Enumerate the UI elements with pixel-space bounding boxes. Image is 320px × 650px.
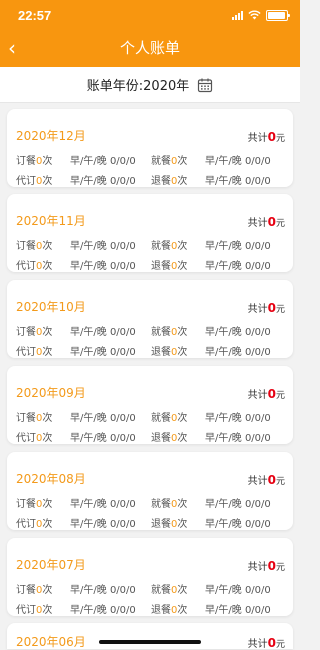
proxy-count: 代订0次 [16, 605, 53, 616]
order-meals: 早/午/晚 0/0/0 [70, 241, 136, 252]
month-total: 共计0元 [247, 473, 285, 487]
refund-count: 退餐0次 [151, 176, 188, 187]
month-total: 共计0元 [247, 387, 285, 401]
order-count: 订餐0次 [16, 327, 53, 338]
proxy-count: 代订0次 [16, 519, 53, 530]
dine-count: 就餐0次 [151, 156, 188, 167]
order-count: 订餐0次 [16, 241, 53, 252]
month-card[interactable]: 2020年06月 共计0元 [7, 623, 293, 650]
refund-meals: 早/午/晚 0/0/0 [205, 261, 271, 272]
total-amount: 0 [267, 636, 276, 650]
refund-count: 退餐0次 [151, 347, 188, 358]
refund-count: 退餐0次 [151, 261, 188, 272]
month-card[interactable]: 2020年09月 共计0元 订餐0次 早/午/晚 0/0/0 就餐0次 早/午/… [7, 366, 293, 444]
month-total: 共计0元 [247, 130, 285, 144]
month-title: 2020年12月 [16, 129, 86, 143]
year-label: 账单年份:2020年 [86, 79, 190, 94]
page-title: 个人账单 [119, 39, 180, 57]
order-meals: 早/午/晚 0/0/0 [70, 156, 136, 167]
app-header: 22:57 ‹ 个人账单 [0, 0, 300, 67]
month-total: 共计0元 [247, 636, 285, 650]
dine-meals: 早/午/晚 0/0/0 [205, 499, 271, 510]
order-count: 订餐0次 [16, 585, 53, 596]
order-meals: 早/午/晚 0/0/0 [70, 413, 136, 424]
month-card[interactable]: 2020年08月 共计0元 订餐0次 早/午/晚 0/0/0 就餐0次 早/午/… [7, 452, 293, 530]
refund-meals: 早/午/晚 0/0/0 [205, 176, 271, 187]
proxy-meals: 早/午/晚 0/0/0 [70, 261, 136, 272]
refund-meals: 早/午/晚 0/0/0 [205, 519, 271, 530]
year-selector[interactable]: 账单年份:2020年 [0, 67, 300, 103]
month-title: 2020年08月 [16, 472, 86, 486]
order-meals: 早/午/晚 0/0/0 [70, 327, 136, 338]
total-amount: 0 [267, 473, 276, 487]
home-indicator[interactable] [99, 640, 201, 644]
month-card[interactable]: 2020年12月 共计0元 订餐0次 早/午/晚 0/0/0 就餐0次 早/午/… [7, 109, 293, 187]
proxy-count: 代订0次 [16, 347, 53, 358]
refund-count: 退餐0次 [151, 519, 188, 530]
proxy-count: 代订0次 [16, 261, 53, 272]
proxy-meals: 早/午/晚 0/0/0 [70, 605, 136, 616]
order-count: 订餐0次 [16, 156, 53, 167]
dine-count: 就餐0次 [151, 327, 188, 338]
month-title: 2020年11月 [16, 214, 86, 228]
dine-meals: 早/午/晚 0/0/0 [205, 156, 271, 167]
proxy-meals: 早/午/晚 0/0/0 [70, 176, 136, 187]
proxy-meals: 早/午/晚 0/0/0 [70, 433, 136, 444]
month-title: 2020年07月 [16, 558, 86, 572]
dine-meals: 早/午/晚 0/0/0 [205, 585, 271, 596]
month-card[interactable]: 2020年10月 共计0元 订餐0次 早/午/晚 0/0/0 就餐0次 早/午/… [7, 280, 293, 358]
battery-icon [266, 9, 290, 21]
refund-meals: 早/午/晚 0/0/0 [205, 433, 271, 444]
total-amount: 0 [267, 215, 276, 229]
refund-count: 退餐0次 [151, 605, 188, 616]
month-title: 2020年09月 [16, 386, 86, 400]
refund-count: 退餐0次 [151, 433, 188, 444]
month-card[interactable]: 2020年11月 共计0元 订餐0次 早/午/晚 0/0/0 就餐0次 早/午/… [7, 194, 293, 272]
order-meals: 早/午/晚 0/0/0 [70, 585, 136, 596]
total-amount: 0 [267, 559, 276, 573]
month-title: 2020年06月 [16, 635, 86, 649]
status-icons [232, 9, 290, 21]
signal-icon [232, 10, 243, 20]
calendar-icon[interactable] [197, 77, 213, 93]
dine-count: 就餐0次 [151, 241, 188, 252]
status-bar: 22:57 [0, 0, 300, 30]
dine-count: 就餐0次 [151, 585, 188, 596]
status-time: 22:57 [18, 8, 52, 23]
order-meals: 早/午/晚 0/0/0 [70, 499, 136, 510]
month-total: 共计0元 [247, 559, 285, 573]
proxy-count: 代订0次 [16, 176, 53, 187]
order-count: 订餐0次 [16, 413, 53, 424]
total-amount: 0 [267, 130, 276, 144]
dine-count: 就餐0次 [151, 499, 188, 510]
proxy-count: 代订0次 [16, 433, 53, 444]
total-amount: 0 [267, 301, 276, 315]
refund-meals: 早/午/晚 0/0/0 [205, 347, 271, 358]
month-card[interactable]: 2020年07月 共计0元 订餐0次 早/午/晚 0/0/0 就餐0次 早/午/… [7, 538, 293, 616]
refund-meals: 早/午/晚 0/0/0 [205, 605, 271, 616]
month-total: 共计0元 [247, 301, 285, 315]
dine-count: 就餐0次 [151, 413, 188, 424]
dine-meals: 早/午/晚 0/0/0 [205, 241, 271, 252]
dine-meals: 早/午/晚 0/0/0 [205, 327, 271, 338]
month-total: 共计0元 [247, 215, 285, 229]
proxy-meals: 早/午/晚 0/0/0 [70, 347, 136, 358]
wifi-icon [248, 10, 261, 20]
total-amount: 0 [267, 387, 276, 401]
month-title: 2020年10月 [16, 300, 86, 314]
dine-meals: 早/午/晚 0/0/0 [205, 413, 271, 424]
order-count: 订餐0次 [16, 499, 53, 510]
proxy-meals: 早/午/晚 0/0/0 [70, 519, 136, 530]
